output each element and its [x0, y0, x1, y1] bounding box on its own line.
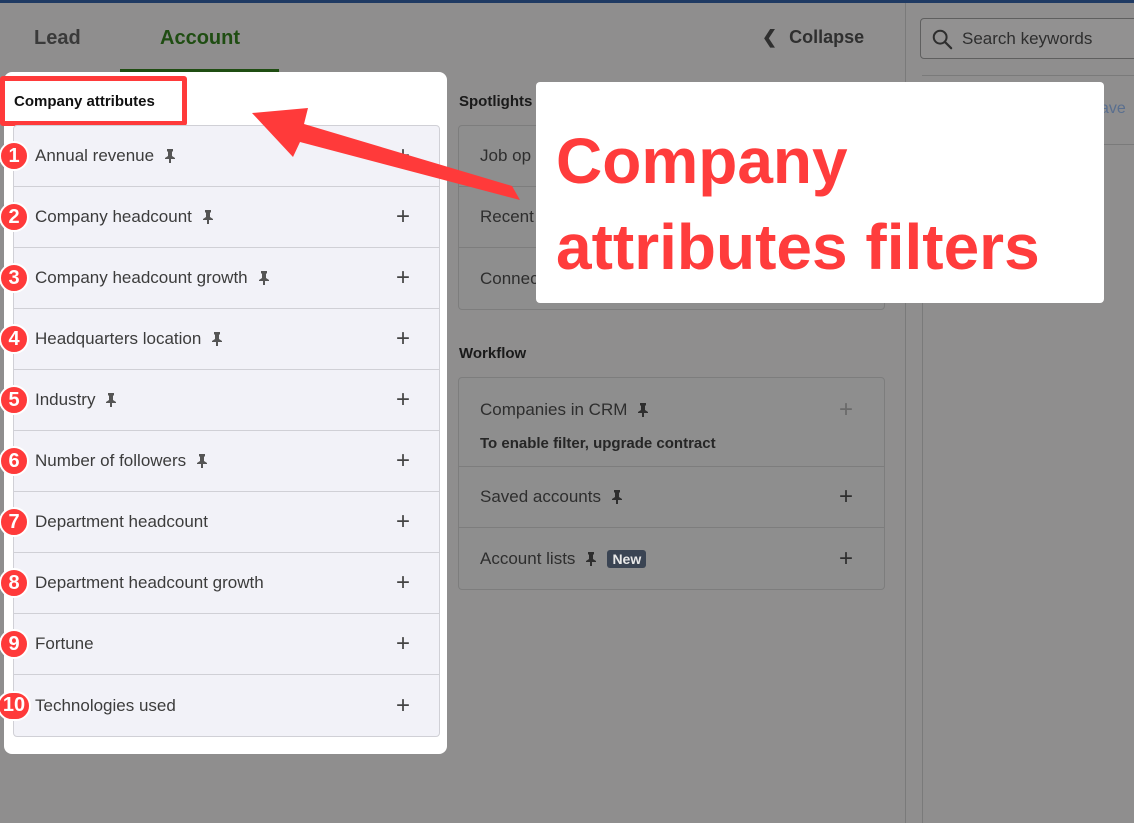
workflow-item-label: Companies in CRM [480, 400, 628, 419]
filter-item-label: Technologies used [35, 695, 176, 715]
filter-item-label: Industry [35, 390, 96, 409]
collapse-label: Collapse [789, 27, 865, 47]
filter-item-label: Annual revenue [35, 146, 155, 165]
chevron-left-icon: ❮ [762, 27, 778, 47]
new-badge: New [607, 549, 647, 568]
filter-item-label: Fortune [35, 634, 94, 653]
add-icon[interactable]: + [396, 144, 410, 168]
number-badge: 9 [0, 629, 29, 659]
add-icon[interactable]: + [396, 449, 410, 473]
add-icon[interactable]: + [396, 388, 410, 412]
spotlights-heading: Spotlights [459, 93, 533, 110]
add-icon[interactable]: + [396, 266, 410, 290]
number-badge: 6 [0, 446, 29, 476]
filter-item[interactable]: 9 Fortune + [0, 614, 439, 675]
number-badge: 5 [0, 385, 29, 415]
filter-item-label: Department headcount [35, 512, 208, 531]
company-attributes-list: 1 Annual revenue +2 Company headcount +3 Comp… [0, 125, 440, 737]
pin-icon [212, 332, 223, 346]
workflow-item-saved-accounts[interactable]: Saved accounts + [459, 467, 884, 528]
search-box[interactable] [920, 18, 1134, 59]
pin-icon [197, 454, 208, 468]
pin-icon [165, 149, 176, 163]
number-badge: 3 [0, 263, 29, 293]
add-icon[interactable]: + [396, 693, 410, 718]
workflow-heading: Workflow [459, 345, 527, 362]
workflow-item-label: Saved accounts [480, 487, 601, 506]
filter-item[interactable]: 5 Industry + [0, 370, 439, 431]
pin-icon [258, 271, 269, 285]
annotation-callout: Company attributes filters [536, 82, 1104, 303]
pin-icon [638, 403, 649, 417]
filter-item[interactable]: 1 Annual revenue + [0, 126, 439, 187]
filter-item-label: Company headcount [35, 207, 192, 226]
filter-item-label: Company headcount growth [35, 268, 248, 287]
filter-item[interactable]: 2 Company headcount + [0, 187, 439, 248]
filter-item[interactable]: 7 Department headcount + [0, 492, 439, 553]
add-icon[interactable]: + [396, 327, 410, 351]
filter-item-label: Headquarters location [35, 329, 202, 348]
filter-item[interactable]: 4 Headquarters location + [0, 309, 439, 370]
number-badge: 10 [0, 690, 31, 721]
number-badge: 2 [0, 202, 29, 232]
upgrade-notice: To enable filter, upgrade contract [480, 435, 716, 452]
pin-icon [611, 490, 622, 504]
filter-item[interactable]: 8 Department headcount growth + [0, 553, 439, 614]
workflow-item-account-lists[interactable]: Account lists New + [459, 528, 884, 589]
company-attributes-heading: Company attributes [14, 93, 155, 110]
filter-item-label: Department headcount growth [35, 573, 264, 592]
filter-item[interactable]: 3 Company headcount growth + [0, 248, 439, 309]
number-badge: 1 [0, 141, 29, 171]
callout-text: Company attributes filters [556, 125, 1040, 283]
pin-icon [106, 393, 117, 407]
filter-item[interactable]: 10 Technologies used + [0, 675, 439, 736]
search-input[interactable] [962, 28, 1132, 49]
number-badge: 4 [0, 324, 29, 354]
add-icon[interactable]: + [839, 398, 853, 422]
divider [922, 75, 1134, 76]
number-badge: 8 [0, 568, 29, 598]
add-icon[interactable]: + [396, 510, 410, 534]
filter-item[interactable]: 6 Number of followers + [0, 431, 439, 492]
tab-lead[interactable]: Lead [34, 27, 81, 50]
workflow-item-label: Account lists [480, 548, 576, 568]
number-badge: 7 [0, 507, 29, 537]
add-icon[interactable]: + [396, 205, 410, 229]
collapse-button[interactable]: ❮ Collapse [762, 27, 864, 48]
add-icon[interactable]: + [839, 546, 853, 571]
add-icon[interactable]: + [396, 571, 410, 595]
pin-icon [202, 210, 213, 224]
filter-item-label: Number of followers [35, 451, 187, 470]
add-icon[interactable]: + [839, 485, 853, 509]
pin-icon [586, 551, 597, 566]
workflow-item-companies-in-crm[interactable]: Companies in CRM + To enable filter, upg… [459, 378, 884, 467]
search-icon [932, 29, 953, 49]
filter-tabs: Lead Account ❮ Collapse [0, 3, 905, 75]
tab-account[interactable]: Account [160, 27, 240, 50]
workflow-list: Companies in CRM + To enable filter, upg… [458, 377, 885, 590]
add-icon[interactable]: + [396, 632, 410, 656]
